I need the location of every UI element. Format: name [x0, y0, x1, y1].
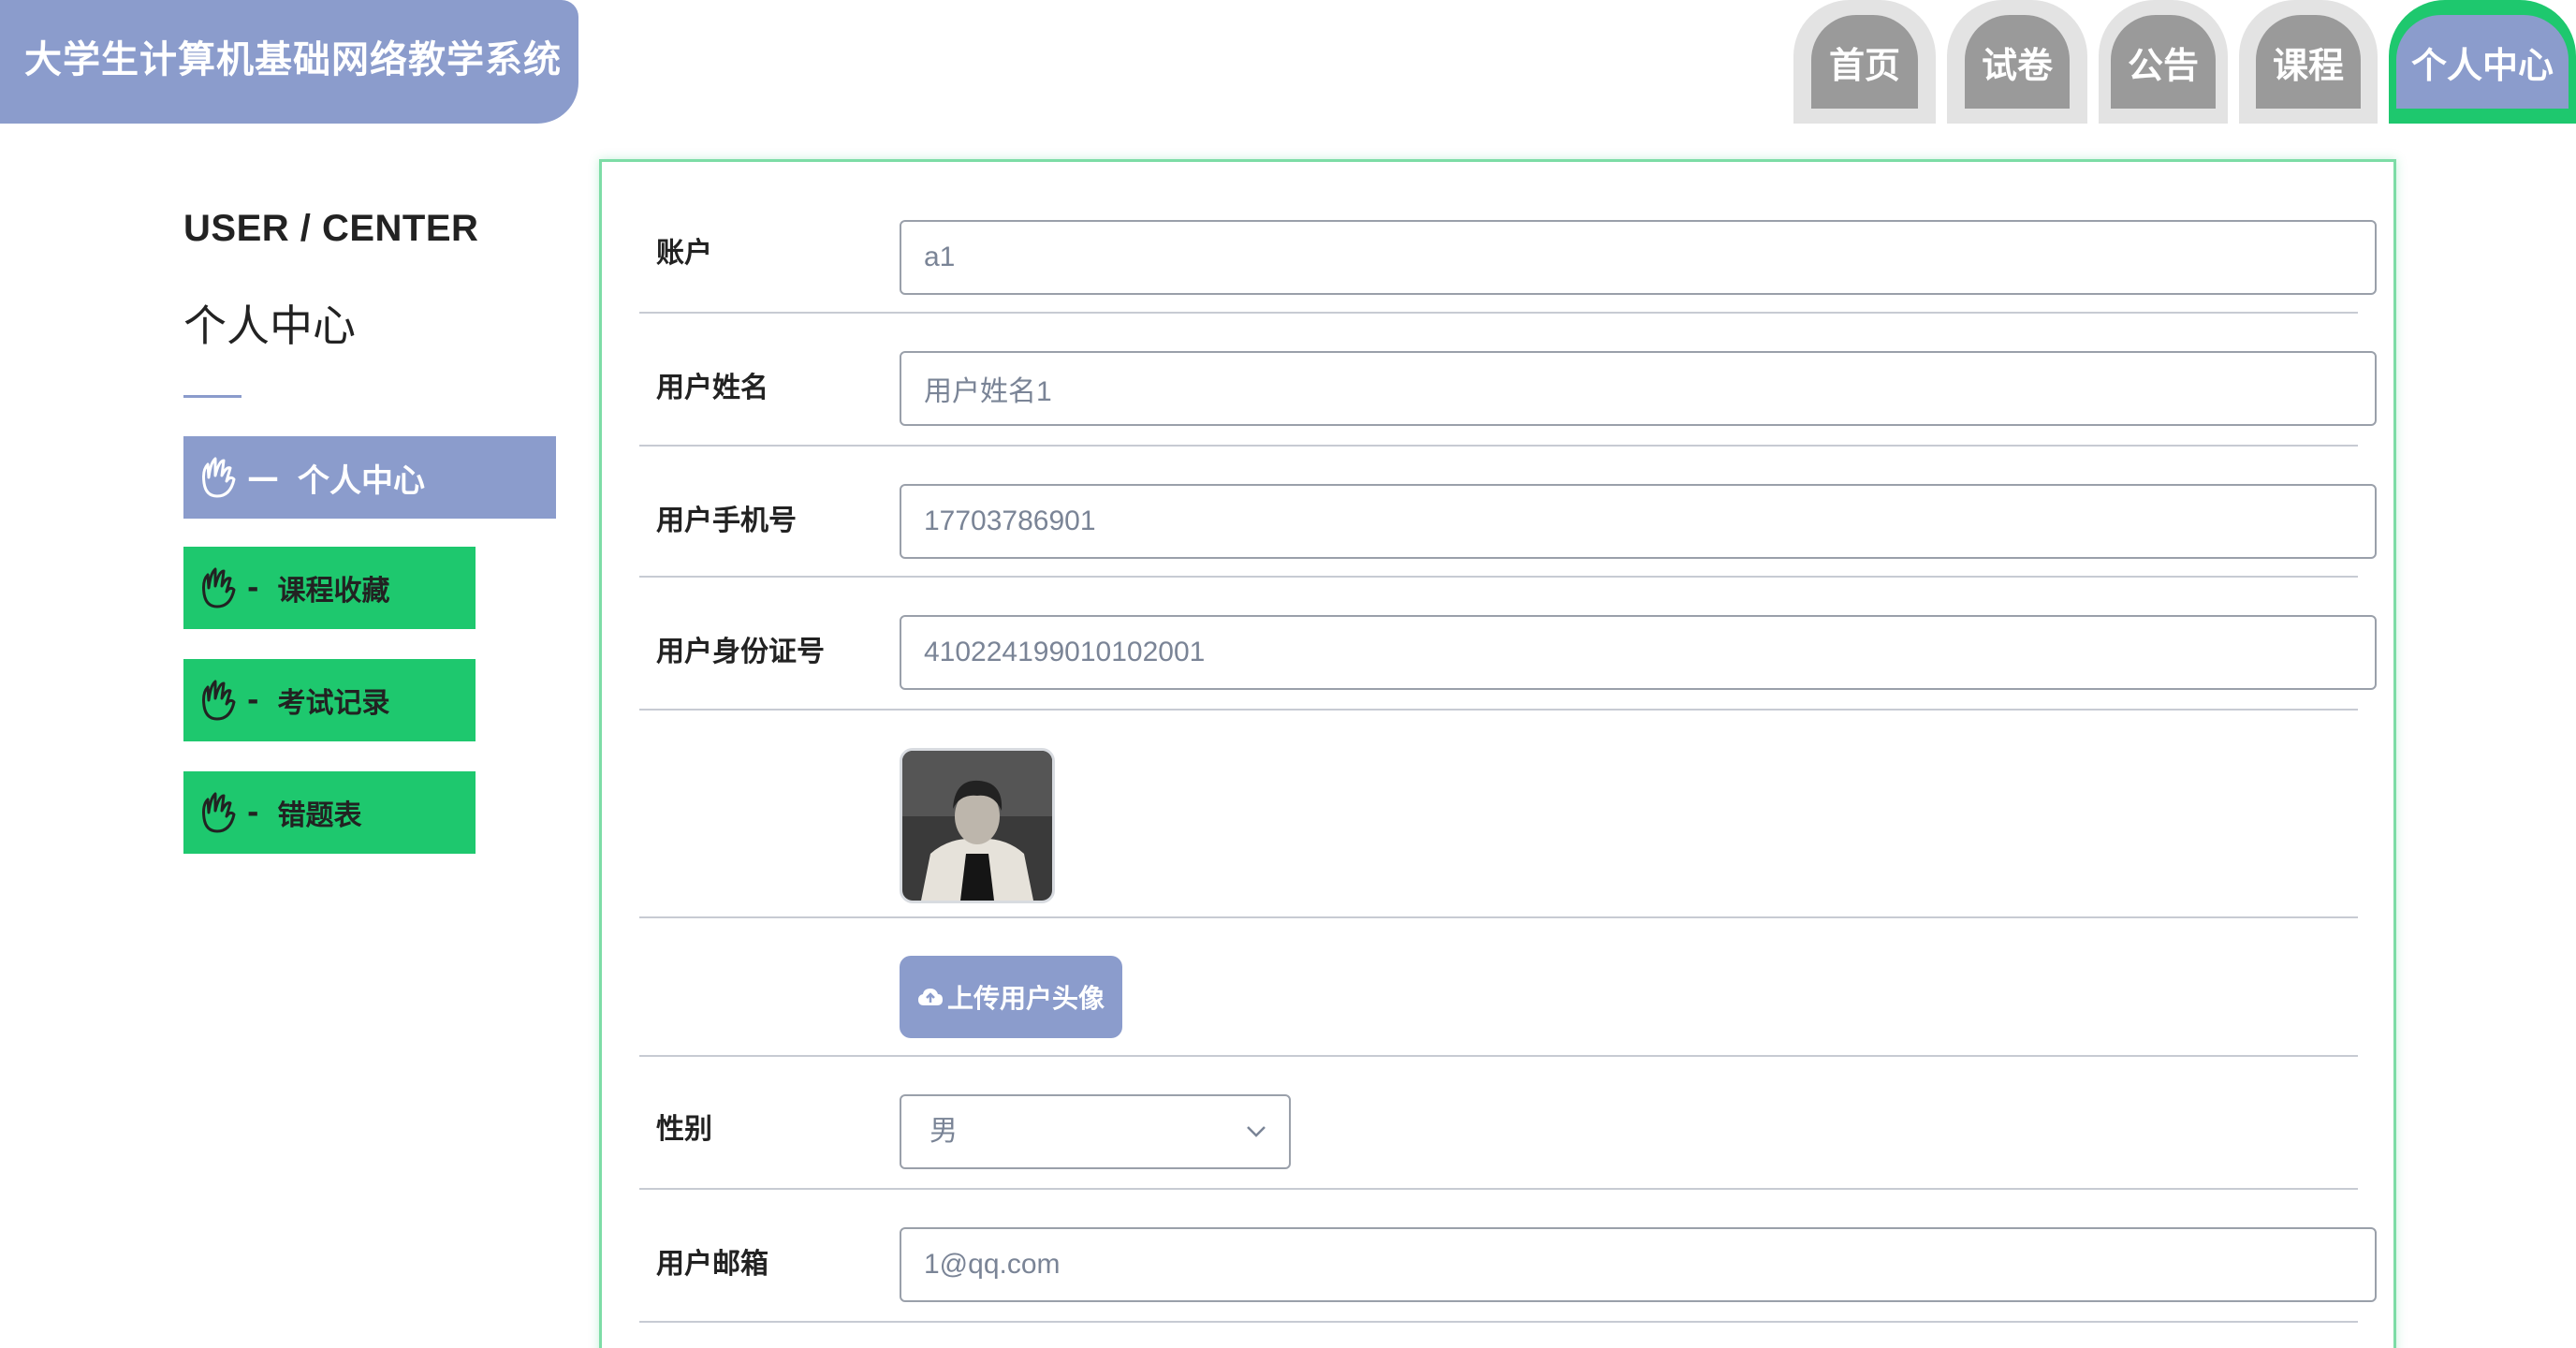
sidebar-title-en: USER / CENTER — [183, 208, 479, 249]
hand-icon — [195, 788, 240, 837]
phone-label: 用户手机号 — [656, 505, 797, 537]
sidebar-divider — [183, 395, 242, 398]
sidebar-item-label: 个人中心 — [298, 462, 425, 500]
gender-select[interactable]: 男 — [900, 1094, 1291, 1169]
tab-announcements[interactable]: 公告 — [2099, 0, 2228, 124]
hand-icon — [195, 676, 240, 725]
sidebar-item-wrong-questions[interactable]: - 错题表 — [183, 771, 476, 854]
id-card-label: 用户身份证号 — [656, 636, 825, 668]
sidebar-item-dash: — — [247, 459, 279, 496]
tab-user-center[interactable]: 个人中心 — [2389, 0, 2576, 124]
gender-select-value: 男 — [929, 1115, 958, 1148]
form-row-id-card: 用户身份证号 — [639, 578, 2377, 711]
name-input[interactable] — [900, 351, 2377, 426]
sidebar-item-label: 考试记录 — [277, 687, 390, 720]
gender-label: 性别 — [656, 1113, 712, 1146]
form-row-upload: 上传用户头像 — [639, 918, 2358, 1057]
sidebar-item-exam-records[interactable]: - 考试记录 — [183, 659, 476, 741]
hand-icon — [195, 453, 240, 502]
tab-exam-papers[interactable]: 试卷 — [1947, 0, 2087, 124]
cloud-upload-icon — [917, 987, 944, 1007]
sidebar-item-course-favorites[interactable]: - 课程收藏 — [183, 547, 476, 629]
sidebar-item-dash: - — [247, 571, 259, 605]
tab-courses-label[interactable]: 课程 — [2256, 15, 2361, 109]
sidebar-item-label: 课程收藏 — [277, 575, 390, 608]
tab-home-label[interactable]: 首页 — [1811, 15, 1918, 109]
hand-icon — [195, 564, 240, 612]
tab-courses[interactable]: 课程 — [2239, 0, 2378, 124]
top-nav: 首页 试卷 公告 课程 个人中心 — [1782, 0, 2576, 124]
sidebar-title-cn: 个人中心 — [183, 300, 356, 351]
sidebar-item-dash: - — [247, 796, 259, 829]
tab-user-center-label[interactable]: 个人中心 — [2396, 15, 2569, 109]
id-card-input[interactable] — [900, 615, 2377, 690]
sidebar-item-label: 错题表 — [277, 799, 362, 832]
name-label: 用户姓名 — [656, 372, 768, 404]
phone-input[interactable] — [900, 484, 2377, 559]
form-row-phone: 用户手机号 — [639, 447, 2377, 578]
email-input[interactable] — [900, 1227, 2377, 1302]
form-row-name: 用户姓名 — [639, 314, 2377, 447]
form-row-account: 账户 — [639, 162, 2377, 314]
tab-announcements-label[interactable]: 公告 — [2111, 15, 2216, 109]
form-row-email: 用户邮箱 — [639, 1190, 2377, 1323]
sidebar-item-dash: - — [247, 683, 259, 717]
upload-avatar-button[interactable]: 上传用户头像 — [900, 956, 1122, 1038]
profile-form-panel: 账户 用户姓名 用户手机号 用户身份证号 — [599, 159, 2396, 1348]
form-row-gender: 性别 男 — [639, 1057, 2358, 1190]
site-title: 大学生计算机基础网络教学系统 — [0, 0, 578, 124]
tab-exam-papers-label[interactable]: 试卷 — [1965, 15, 2070, 109]
account-input[interactable] — [900, 220, 2377, 295]
chevron-down-icon — [1244, 1096, 1268, 1167]
sidebar-item-user-center[interactable]: — 个人中心 — [183, 436, 556, 519]
upload-avatar-label: 上传用户头像 — [946, 983, 1105, 1014]
tab-home[interactable]: 首页 — [1793, 0, 1936, 124]
avatar — [900, 748, 1055, 903]
form-row-avatar — [639, 711, 2358, 918]
account-label: 账户 — [656, 237, 712, 270]
email-label: 用户邮箱 — [656, 1248, 768, 1281]
